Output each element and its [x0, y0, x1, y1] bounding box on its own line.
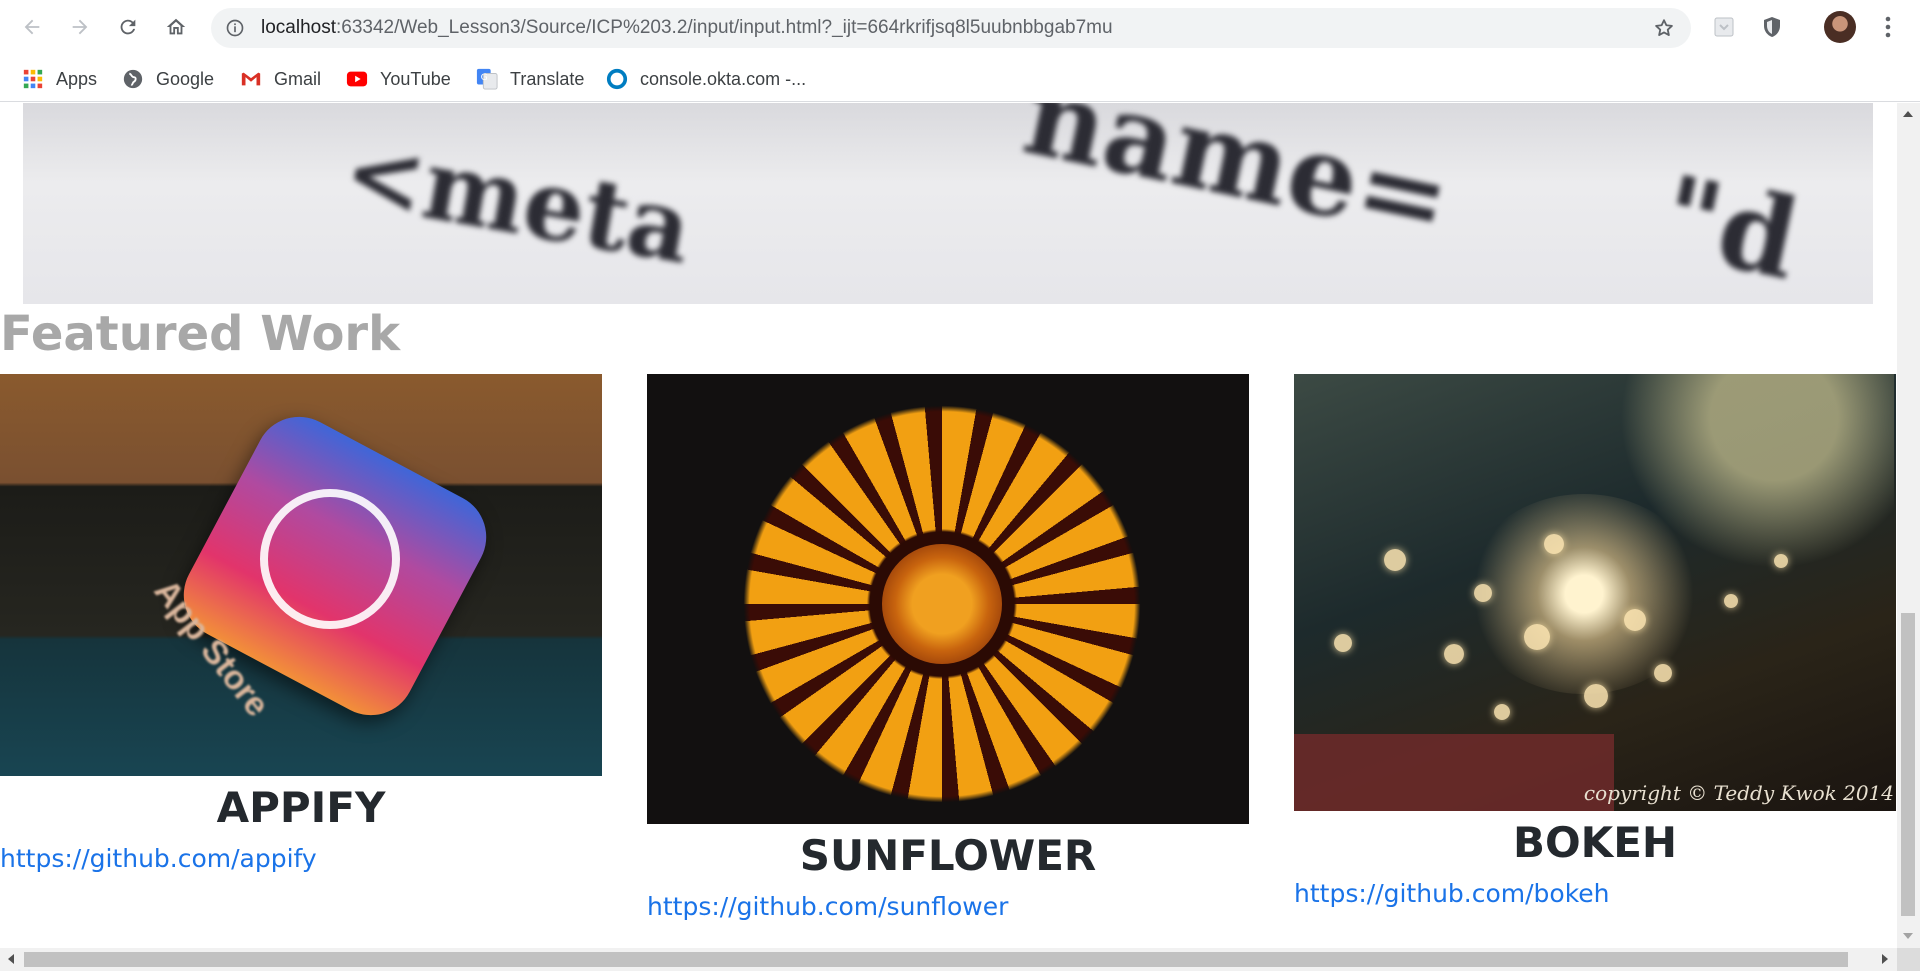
project-image-appify: App Store	[0, 374, 602, 776]
pocket-extension-icon[interactable]	[1712, 15, 1736, 39]
svg-text:G: G	[481, 72, 488, 83]
youtube-icon	[346, 71, 368, 87]
horizontal-scrollbar[interactable]	[0, 948, 1897, 971]
profile-avatar[interactable]	[1824, 11, 1856, 43]
shield-extension-icon[interactable]	[1760, 15, 1784, 39]
project-card-sunflower: SUNFLOWER https://github.com/sunflower	[647, 374, 1249, 921]
sunflower-center	[882, 544, 1002, 664]
horizontal-scroll-thumb[interactable]	[24, 952, 1848, 967]
bookmark-label: YouTube	[380, 68, 451, 89]
bookmarks-bar: Apps Google Gmail YouTube G Translate co…	[0, 56, 1920, 102]
scroll-left-arrow-icon[interactable]	[8, 954, 14, 964]
section-title: Featured Work	[0, 306, 401, 362]
bokeh-light-dot	[1334, 634, 1352, 652]
bookmark-apps[interactable]: Apps	[22, 65, 97, 93]
address-bar[interactable]: localhost:63342/Web_Lesson3/Source/ICP%2…	[211, 8, 1691, 48]
scroll-right-arrow-icon[interactable]	[1882, 954, 1888, 964]
hero-banner-image: <meta name= "d	[23, 103, 1873, 304]
project-image-sunflower	[647, 374, 1249, 824]
bookmark-translate[interactable]: G Translate	[476, 65, 584, 93]
bokeh-light-dot	[1494, 704, 1510, 720]
home-button[interactable]	[158, 9, 194, 45]
hero-blurred-code-text: name=	[1014, 103, 1462, 266]
bokeh-light-dot	[1544, 534, 1564, 554]
project-github-link[interactable]: https://github.com/appify	[0, 844, 602, 873]
project-image-bokeh: copyright © Teddy Kwok 2014	[1294, 374, 1896, 811]
hero-blurred-code-text: "d	[1651, 150, 1810, 304]
scroll-down-arrow-icon[interactable]	[1903, 933, 1913, 939]
back-button[interactable]	[14, 9, 50, 45]
bookmark-label: Apps	[56, 68, 98, 89]
google-globe-icon	[123, 69, 143, 89]
scrollbar-corner	[1897, 948, 1920, 971]
project-card-bokeh: copyright © Teddy Kwok 2014 BOKEH https:…	[1294, 374, 1896, 908]
url-path: :63342/Web_Lesson3/Source/ICP%203.2/inpu…	[336, 17, 1113, 38]
bokeh-light-dot	[1654, 664, 1672, 682]
bokeh-color-band	[1294, 734, 1614, 811]
vertical-scroll-thumb[interactable]	[1901, 613, 1915, 916]
bookmark-label: Gmail	[274, 68, 322, 89]
bookmark-okta[interactable]: console.okta.com -...	[606, 65, 806, 93]
bokeh-light-dot	[1724, 594, 1738, 608]
bokeh-light-dot	[1584, 684, 1608, 708]
vertical-scrollbar[interactable]	[1897, 103, 1920, 948]
url-host: localhost	[261, 17, 336, 38]
bookmark-youtube[interactable]: YouTube	[346, 65, 451, 93]
bokeh-light-dot	[1444, 644, 1464, 664]
bokeh-light-dot	[1624, 609, 1646, 631]
back-arrow-icon	[24, 19, 40, 35]
scroll-up-arrow-icon[interactable]	[1903, 111, 1913, 117]
bookmark-label: Translate	[510, 68, 585, 89]
project-title: SUNFLOWER	[799, 831, 1097, 880]
project-github-link[interactable]: https://github.com/sunflower	[647, 892, 1249, 921]
reload-button[interactable]	[110, 9, 146, 45]
app-store-logo-icon	[260, 489, 400, 629]
project-card-appify: App Store APPIFY https://github.com/appi…	[0, 374, 602, 873]
bokeh-sun-glow	[1464, 494, 1704, 694]
info-icon[interactable]	[225, 18, 245, 38]
bookmark-star-icon[interactable]	[1653, 17, 1675, 39]
photo-copyright-text: copyright © Teddy Kwok 2014	[1583, 781, 1894, 805]
project-github-link[interactable]: https://github.com/bokeh	[1294, 879, 1896, 908]
home-icon	[166, 18, 186, 35]
bookmark-gmail[interactable]: Gmail	[240, 65, 321, 93]
translate-icon: G	[476, 68, 498, 90]
gmail-icon	[241, 72, 261, 86]
bookmark-label: Google	[156, 68, 215, 89]
hero-blurred-code-text: <meta	[335, 113, 700, 286]
page-viewport: <meta name= "d Featured Work App Store A…	[0, 103, 1897, 948]
project-title: BOKEH	[1512, 818, 1678, 867]
apps-grid-icon	[23, 69, 43, 89]
bokeh-light-dot	[1474, 584, 1492, 602]
okta-icon	[606, 68, 628, 90]
forward-arrow-icon	[72, 19, 88, 35]
forward-button[interactable]	[62, 9, 98, 45]
menu-kebab-icon[interactable]	[1878, 14, 1898, 40]
bokeh-light-dot	[1384, 549, 1406, 571]
reload-icon	[120, 19, 136, 35]
bookmark-label: console.okta.com -...	[640, 68, 807, 89]
bokeh-light-dot	[1524, 624, 1550, 650]
bookmark-google[interactable]: Google	[122, 65, 214, 93]
url-text[interactable]: localhost:63342/Web_Lesson3/Source/ICP%2…	[261, 8, 1113, 48]
browser-toolbar: localhost:63342/Web_Lesson3/Source/ICP%2…	[0, 0, 1920, 56]
bokeh-light-dot	[1774, 554, 1788, 568]
project-title: APPIFY	[216, 783, 386, 832]
